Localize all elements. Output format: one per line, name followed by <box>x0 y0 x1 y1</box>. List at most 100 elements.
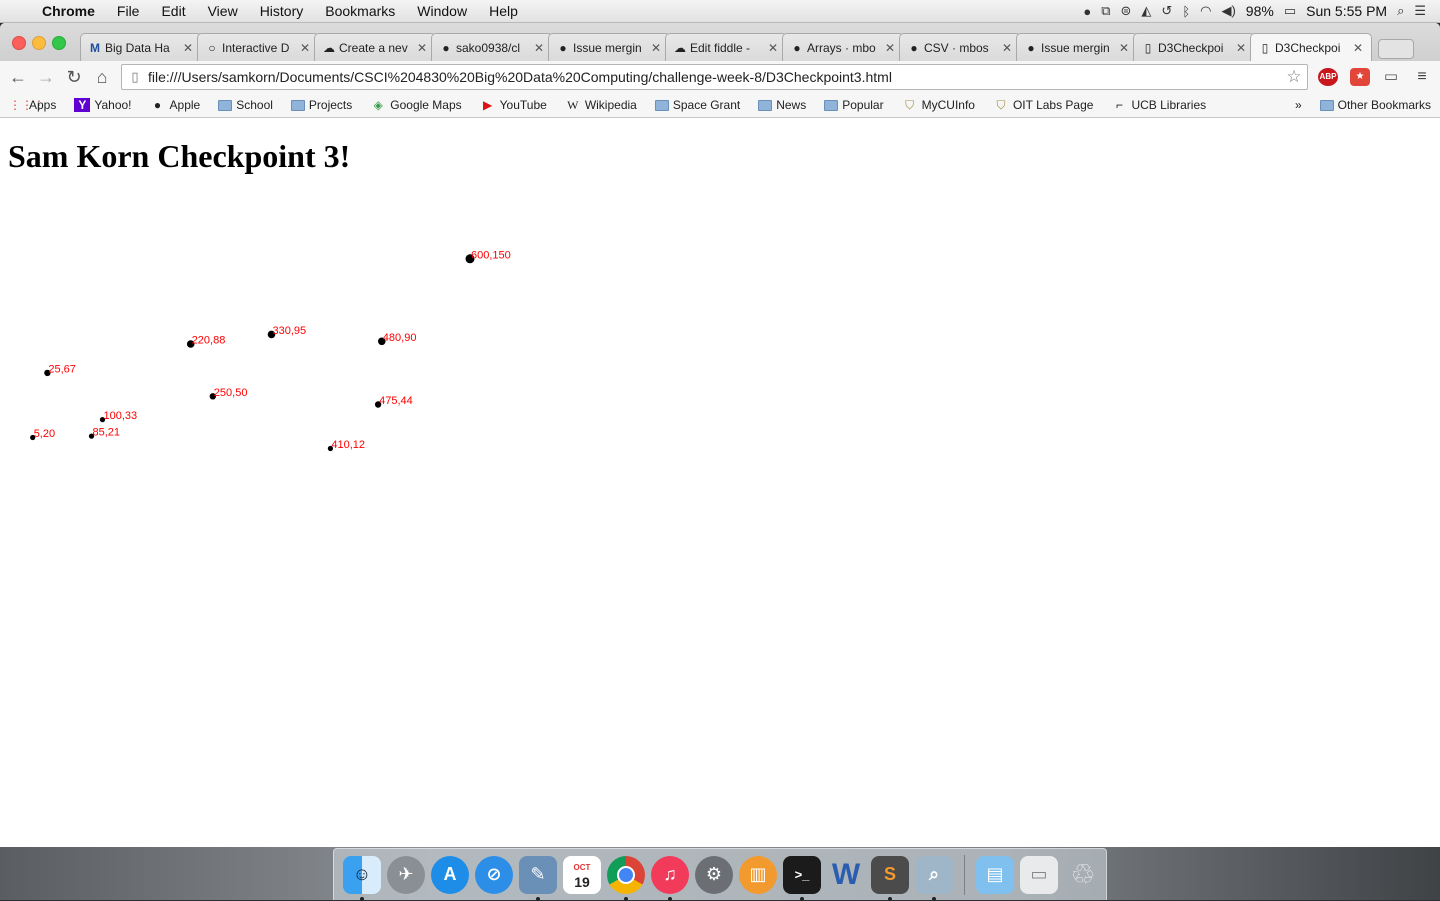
bookmark-ucb-libraries[interactable]: ⌐ UCB Libraries <box>1102 98 1215 112</box>
home-icon[interactable]: ⌂ <box>88 67 116 88</box>
wifi-icon[interactable]: ◠ <box>1200 3 1211 19</box>
minimize-window-button[interactable] <box>32 36 46 50</box>
preview-icon[interactable]: ✎ <box>519 855 557 901</box>
close-window-button[interactable] <box>12 36 26 50</box>
tab-6[interactable]: ☁ Edit fiddle - ✕ <box>665 33 787 61</box>
tab-close-icon[interactable]: ✕ <box>1351 41 1365 55</box>
bookmark-youtube[interactable]: ▶ YouTube <box>471 98 556 112</box>
folder-icon <box>824 99 839 111</box>
tab-8[interactable]: ● CSV · mbos ✕ <box>899 33 1021 61</box>
tab-label: D3Checkpoi <box>1158 40 1224 55</box>
lock-icon[interactable]: ⊜ <box>1121 3 1132 19</box>
system-preferences-gear-icon[interactable]: ⚙ <box>695 855 733 894</box>
ibooks-icon[interactable]: ▥ <box>739 855 777 894</box>
reload-icon[interactable]: ↻ <box>60 67 88 88</box>
bookmark-folder-space-grant[interactable]: Space Grant <box>646 98 749 112</box>
notification-bell-icon[interactable]: ◭ <box>1141 3 1151 19</box>
adblock-plus-icon[interactable]: ABP <box>1318 68 1338 86</box>
tab-close-icon[interactable]: ✕ <box>415 41 429 55</box>
tab-close-icon[interactable]: ✕ <box>883 41 897 55</box>
tab-1[interactable]: M Big Data Ha ✕ <box>80 33 202 61</box>
chrome-menu-icon[interactable]: ≡ <box>1412 68 1432 86</box>
menu-help[interactable]: Help <box>478 3 529 19</box>
tab-10[interactable]: ▯ D3Checkpoi ✕ <box>1133 33 1255 61</box>
data-point-label: 475,44 <box>379 395 413 407</box>
data-point-label: 410,12 <box>331 439 365 451</box>
trash-icon[interactable]: ♲ <box>1064 856 1102 894</box>
spotlight-search-icon[interactable]: ⌕ <box>1397 3 1404 19</box>
menu-app-name[interactable]: Chrome <box>36 3 106 19</box>
battery-percentage[interactable]: 98% <box>1246 3 1274 19</box>
back-arrow-icon[interactable]: ← <box>4 67 32 88</box>
bookmark-google-maps[interactable]: ◈ Google Maps <box>361 98 470 112</box>
menu-history[interactable]: History <box>249 3 315 19</box>
github-icon: ● <box>910 40 918 55</box>
word-icon[interactable]: W <box>827 856 865 894</box>
bookmarks-overflow-chevron[interactable]: » <box>1286 98 1311 112</box>
tab-2[interactable]: ○ Interactive D ✕ <box>197 33 319 61</box>
tab-11[interactable]: ▯ D3Checkpoi ✕ <box>1250 33 1372 61</box>
image-capture-icon[interactable]: ⌕ <box>915 855 953 901</box>
itunes-icon[interactable]: ♫ <box>651 855 689 901</box>
tab-close-icon[interactable]: ✕ <box>649 41 663 55</box>
terminal-icon[interactable]: >_ <box>783 855 821 901</box>
menu-clock[interactable]: Sun 5:55 PM <box>1306 3 1387 19</box>
tab-close-icon[interactable]: ✕ <box>1117 41 1131 55</box>
tab-4[interactable]: ● sako0938/cl ✕ <box>431 33 553 61</box>
downloads-folder-icon[interactable]: ▤ <box>976 855 1014 894</box>
cast-icon[interactable]: ▭ <box>1381 68 1401 86</box>
tab-3[interactable]: ☁ Create a nev ✕ <box>314 33 436 61</box>
bookmark-wikipedia[interactable]: W Wikipedia <box>556 98 646 113</box>
menu-window[interactable]: Window <box>406 3 478 19</box>
bookmark-label: Apple <box>169 98 201 112</box>
bookmark-yahoo[interactable]: Y Yahoo! <box>65 98 140 112</box>
apps-grid-icon: ⋮⋮⋮ <box>9 98 45 112</box>
finder-icon[interactable]: ☺ <box>343 855 381 901</box>
notification-center-icon[interactable]: ☰ <box>1414 3 1426 19</box>
tab-close-icon[interactable]: ✕ <box>532 41 546 55</box>
new-tab-button[interactable] <box>1378 39 1414 59</box>
safari-compass-icon[interactable]: ⊘ <box>475 855 513 894</box>
menu-edit[interactable]: Edit <box>150 3 196 19</box>
tab-close-icon[interactable]: ✕ <box>766 41 780 55</box>
app-store-icon[interactable]: A <box>431 855 469 894</box>
bookmark-folder-other[interactable]: Other Bookmarks <box>1311 98 1440 112</box>
github-icon: ● <box>559 40 567 55</box>
documents-stack-icon[interactable]: ▭ <box>1020 855 1058 894</box>
bookmark-apps[interactable]: ⋮⋮⋮ Apps <box>0 98 65 112</box>
bookmark-folder-school[interactable]: School <box>209 98 282 112</box>
bookmark-mycuinfo[interactable]: ⛉ MyCUInfo <box>893 98 984 113</box>
bookmark-folder-popular[interactable]: Popular <box>815 98 892 112</box>
bookmark-folder-projects[interactable]: Projects <box>282 98 361 112</box>
zoom-window-button[interactable] <box>52 36 66 50</box>
status-app-icon[interactable]: ● <box>1083 4 1091 19</box>
volume-icon[interactable]: ◀) <box>1221 3 1235 19</box>
tab-close-icon[interactable]: ✕ <box>1234 41 1248 55</box>
tab-5[interactable]: ● Issue mergin ✕ <box>548 33 670 61</box>
battery-icon[interactable]: ▭ <box>1284 3 1296 19</box>
bookmark-oit-labs[interactable]: ⛉ OIT Labs Page <box>984 98 1103 113</box>
bookmark-apple[interactable]: ● Apple <box>141 98 210 112</box>
tab-7[interactable]: ● Arrays · mbo ✕ <box>782 33 904 61</box>
address-bar[interactable]: ▯ file:///Users/samkorn/Documents/CSCI%2… <box>121 64 1308 90</box>
tab-close-icon[interactable]: ✕ <box>181 41 195 55</box>
menu-bookmarks[interactable]: Bookmarks <box>314 3 406 19</box>
bookmark-star-icon[interactable]: ☆ <box>1281 67 1307 87</box>
sublime-text-icon[interactable]: S <box>871 855 909 901</box>
tab-close-icon[interactable]: ✕ <box>298 41 312 55</box>
tab-9[interactable]: ● Issue mergin ✕ <box>1016 33 1138 61</box>
extension-icon[interactable]: ★ <box>1350 68 1370 86</box>
chrome-icon[interactable] <box>607 855 645 901</box>
copy-icon[interactable]: ⧉ <box>1101 3 1110 19</box>
time-machine-icon[interactable]: ↺ <box>1161 3 1172 19</box>
menu-file[interactable]: File <box>106 3 151 19</box>
forward-arrow-icon[interactable]: → <box>32 67 60 88</box>
tab-label: CSV · mbos <box>924 40 989 55</box>
bluetooth-icon[interactable]: ᛒ <box>1182 4 1190 19</box>
menu-view[interactable]: View <box>197 3 249 19</box>
launchpad-icon[interactable]: ✈ <box>387 855 425 894</box>
url-text[interactable]: file:///Users/samkorn/Documents/CSCI%204… <box>148 69 1281 85</box>
tab-close-icon[interactable]: ✕ <box>1000 41 1014 55</box>
calendar-icon[interactable]: OCT 19 <box>563 855 601 894</box>
bookmark-folder-news[interactable]: News <box>749 98 815 112</box>
